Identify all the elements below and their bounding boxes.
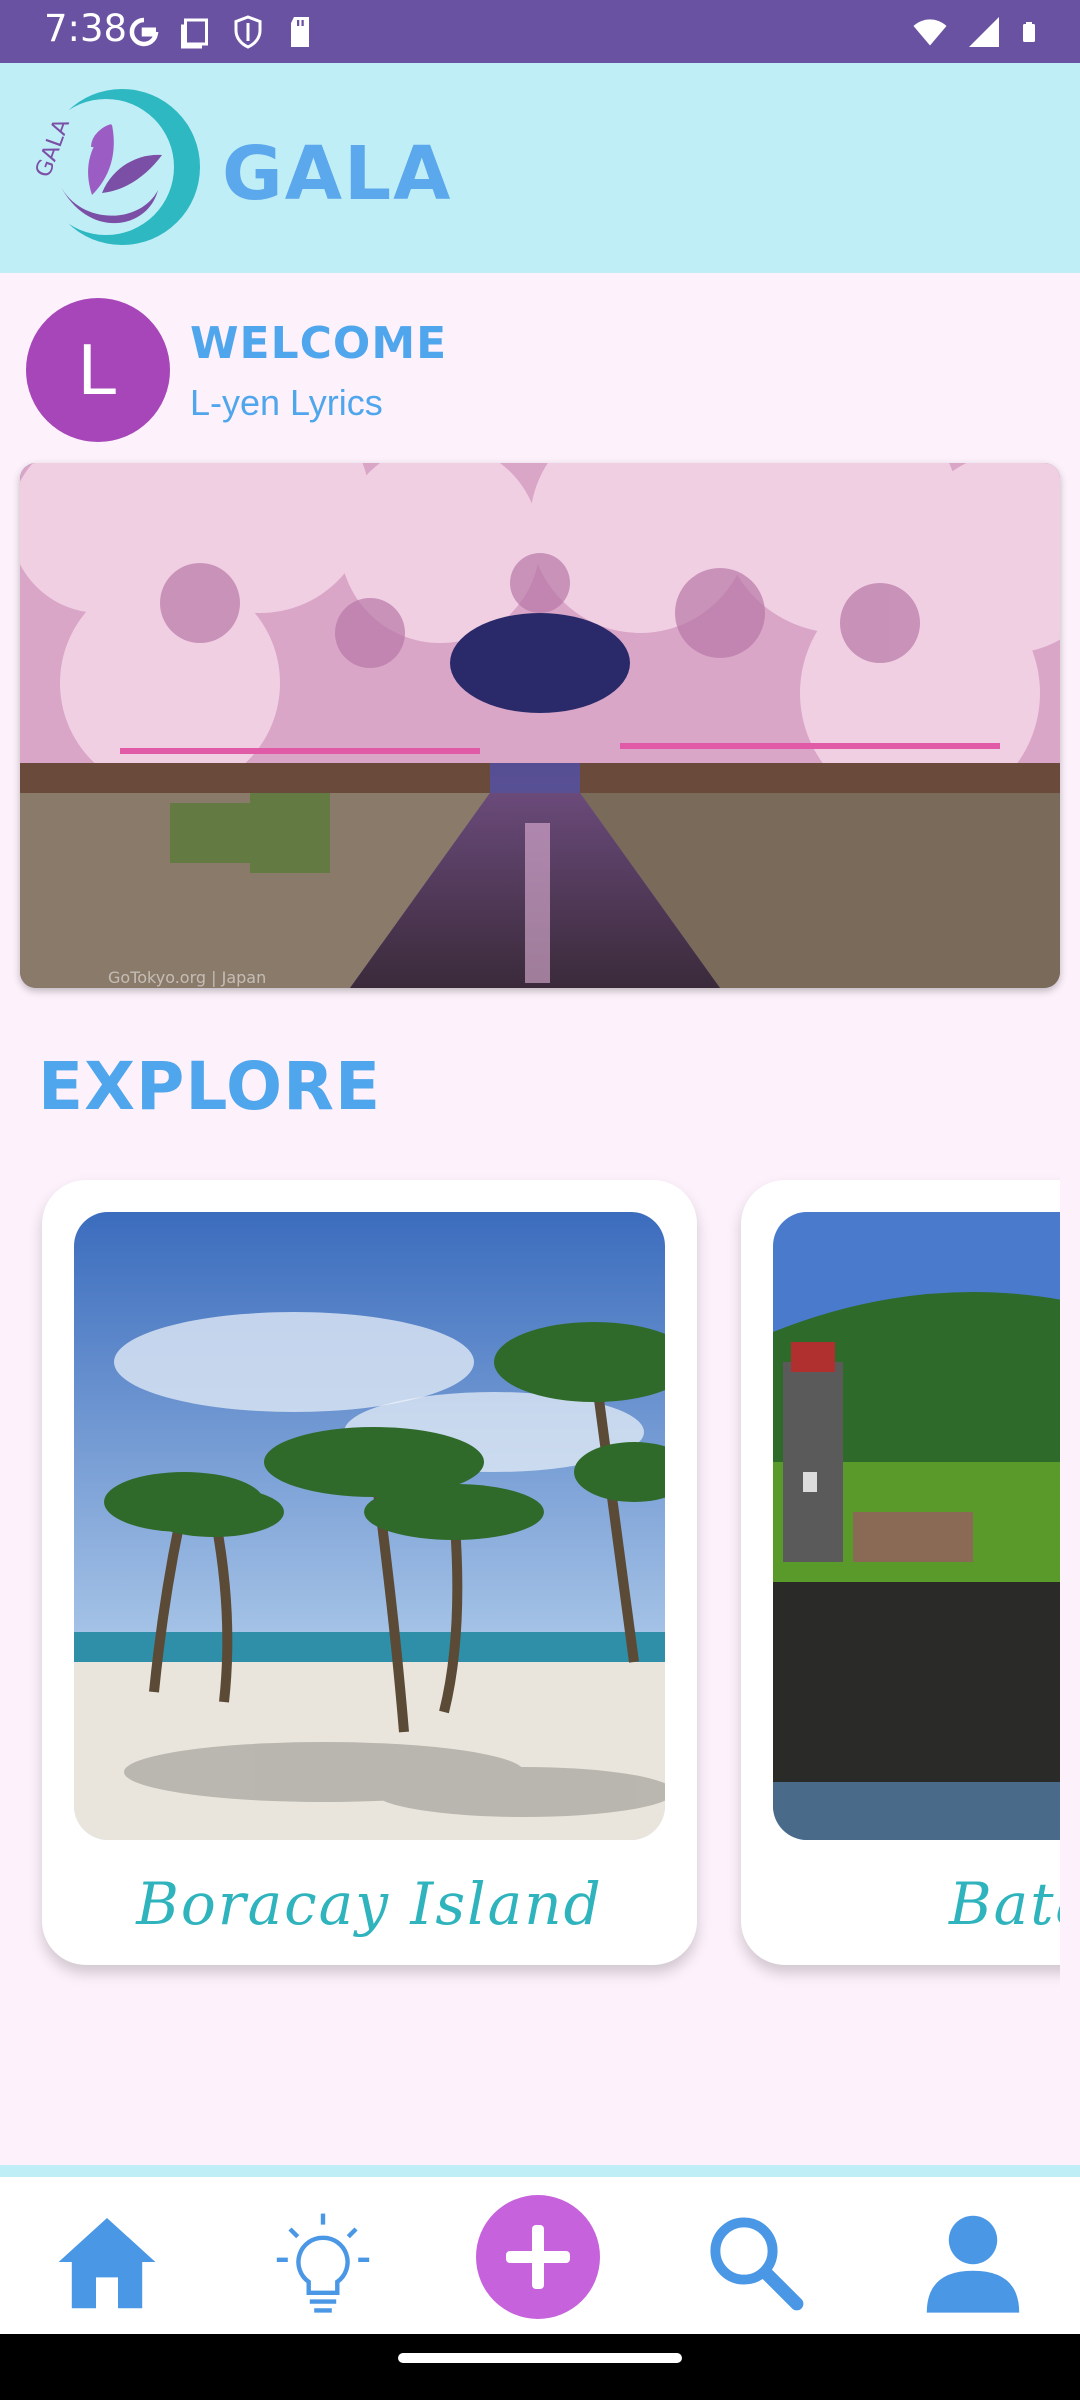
profile-icon[interactable]	[918, 2207, 1028, 2317]
add-icon	[506, 2225, 570, 2289]
beach-palm-trees-photo	[74, 1212, 665, 1840]
destination-card[interactable]: Boracay Island	[42, 1180, 697, 1965]
gesture-area	[0, 2334, 1080, 2400]
explore-heading: EXPLORE	[38, 1048, 382, 1125]
hero-image[interactable]: GoTokyo.org | Japan	[20, 463, 1060, 988]
signal-icon	[969, 17, 999, 47]
hero-watermark: GoTokyo.org | Japan	[108, 968, 266, 987]
user-name: L-yen Lyrics	[190, 382, 383, 423]
lightbulb-icon[interactable]	[268, 2207, 378, 2317]
home-icon[interactable]	[52, 2207, 162, 2317]
status-bar: 7:38	[0, 0, 1080, 63]
wifi-icon	[913, 19, 947, 46]
destination-card[interactable]: Bata	[741, 1180, 1060, 1965]
gala-logo[interactable]: GALA	[22, 85, 202, 250]
search-icon[interactable]	[700, 2207, 810, 2317]
battery-icon	[1023, 22, 1035, 42]
cherry-blossom-canal-photo: GoTokyo.org | Japan	[20, 463, 1060, 988]
status-time: 7:38	[44, 7, 128, 50]
lighthouse-cliff-photo	[773, 1212, 1060, 1840]
sdcard-icon	[291, 17, 309, 47]
card-title: Boracay Island	[136, 1870, 603, 1938]
add-button[interactable]	[476, 2195, 600, 2319]
app-header: GALA GALA	[0, 63, 1080, 273]
explore-carousel[interactable]: Boracay Island Bata	[0, 1160, 1060, 2020]
welcome-label: WELCOME	[190, 318, 448, 369]
screenshot-icon	[181, 18, 208, 49]
shield-icon	[234, 15, 262, 49]
nav-divider	[0, 2165, 1080, 2177]
card-title: Bata	[949, 1870, 1060, 1938]
app-name: GALA	[222, 131, 453, 217]
avatar[interactable]: L	[26, 298, 170, 442]
bottom-navigation	[0, 2177, 1080, 2334]
home-gesture-bar[interactable]	[398, 2353, 682, 2363]
google-icon	[129, 17, 159, 47]
